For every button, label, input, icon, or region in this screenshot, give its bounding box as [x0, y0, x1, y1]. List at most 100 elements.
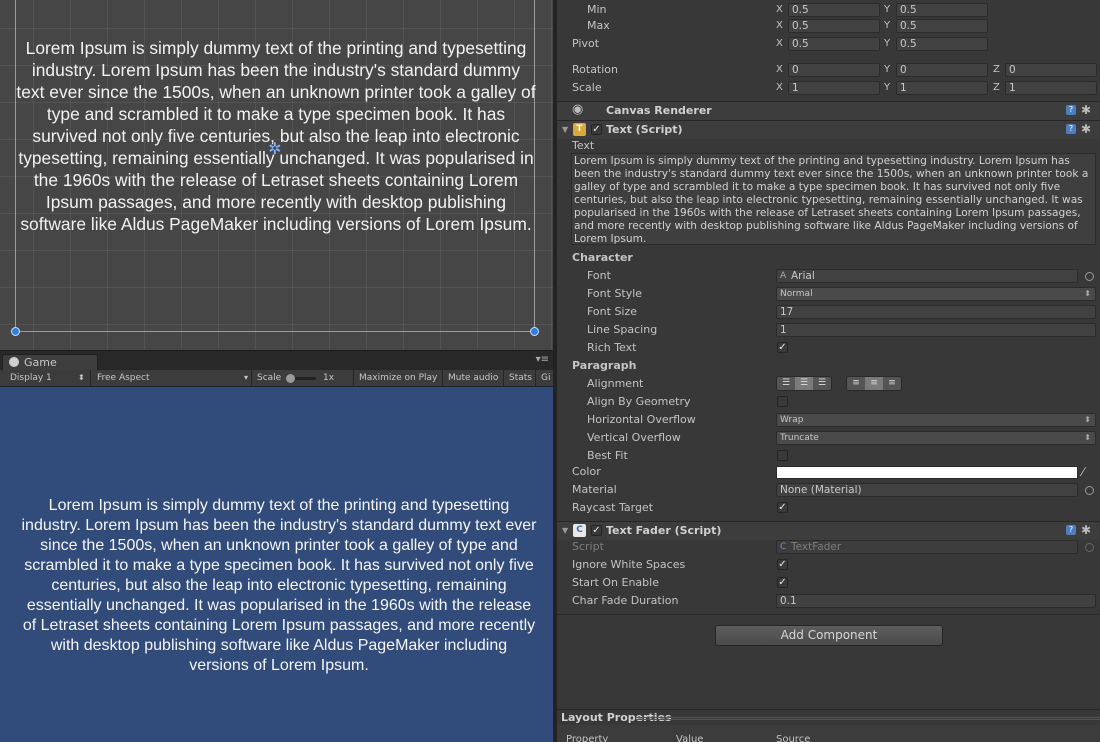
- rich-text-checkbox[interactable]: ✓: [777, 342, 788, 353]
- raycast-target-checkbox[interactable]: ✓: [777, 502, 788, 513]
- pivot-y-field[interactable]: 0.5: [896, 37, 988, 51]
- script-object-field: C TextFader: [776, 540, 1078, 554]
- start-on-enable-checkbox[interactable]: ✓: [777, 577, 788, 588]
- align-center-icon[interactable]: ☰: [795, 377, 813, 390]
- paragraph-section-label: Paragraph: [572, 359, 637, 372]
- axis-y-label: Y: [884, 20, 891, 31]
- font-asset-icon: A: [780, 271, 787, 281]
- axis-z-label: Z: [993, 82, 1000, 93]
- aspect-dropdown[interactable]: Free Aspect: [97, 373, 150, 383]
- resize-grip[interactable]: [636, 717, 1100, 720]
- vertical-overflow-dropdown[interactable]: Truncate ⬍: [776, 431, 1096, 445]
- horizontal-overflow-dropdown[interactable]: Wrap ⬍: [776, 413, 1096, 427]
- scale-x-field[interactable]: 1: [788, 81, 880, 95]
- object-picker-icon[interactable]: [1085, 272, 1094, 281]
- align-bottom-icon[interactable]: ≡: [883, 377, 901, 390]
- toolbar-separator: [503, 370, 504, 387]
- text-script-header[interactable]: ▼ T ✓ Text (Script) ? ✱: [557, 120, 1100, 139]
- raycast-target-label: Raycast Target: [572, 501, 654, 514]
- add-component-button[interactable]: Add Component: [715, 625, 943, 646]
- panel-menu-icon[interactable]: ▾≡: [536, 354, 549, 365]
- column-property[interactable]: Property: [566, 734, 608, 742]
- ignore-white-spaces-label: Ignore White Spaces: [572, 558, 686, 571]
- canvas-renderer-header[interactable]: ◉ Canvas Renderer ? ✱: [557, 101, 1100, 120]
- anchor-max-x-field[interactable]: 0.5: [788, 19, 880, 33]
- scale-slider-knob[interactable]: [286, 374, 295, 383]
- pivot-x-field[interactable]: 0.5: [788, 37, 880, 51]
- axis-x-label: X: [776, 20, 783, 31]
- axis-y-label: Y: [884, 64, 891, 75]
- scale-slider[interactable]: [286, 374, 316, 383]
- script-value: TextFader: [791, 541, 842, 553]
- axis-y-label: Y: [884, 38, 891, 49]
- rect-handle-bottom-right[interactable]: [530, 327, 539, 336]
- gear-icon[interactable]: ✱: [1081, 523, 1091, 537]
- axis-x-label: X: [776, 64, 783, 75]
- best-fit-checkbox[interactable]: [777, 450, 788, 461]
- game-tab-bar: Game ▾≡: [0, 350, 553, 372]
- help-icon[interactable]: ?: [1066, 105, 1076, 115]
- font-size-field[interactable]: 17: [776, 305, 1096, 319]
- char-fade-duration-field[interactable]: 0.1: [776, 594, 1096, 608]
- aspect-dropdown-arrow-icon[interactable]: ▾: [244, 373, 248, 382]
- help-icon[interactable]: ?: [1066, 124, 1076, 134]
- character-section-label: Character: [572, 251, 633, 264]
- text-content-textarea[interactable]: Lorem Ipsum is simply dummy text of the …: [571, 153, 1096, 245]
- line-spacing-field[interactable]: 1: [776, 323, 1096, 337]
- align-middle-icon[interactable]: ≡: [865, 377, 883, 390]
- color-swatch-field[interactable]: [776, 466, 1078, 479]
- dropdown-arrow-icon: ⬍: [1084, 415, 1091, 424]
- ignore-white-spaces-checkbox[interactable]: ✓: [777, 559, 788, 570]
- horizontal-alignment-group: ☰ ☰ ☰: [776, 376, 832, 391]
- unity-editor: Lorem Ipsum is simply dummy text of the …: [0, 0, 1100, 742]
- pivot-icon[interactable]: ✲: [266, 140, 284, 158]
- text-fader-enabled-checkbox[interactable]: ✓: [591, 525, 602, 536]
- text-script-enabled-checkbox[interactable]: ✓: [591, 124, 602, 135]
- display-dropdown[interactable]: Display 1: [10, 373, 52, 383]
- scene-text-preview: Lorem Ipsum is simply dummy text of the …: [16, 38, 536, 234]
- align-top-icon[interactable]: ≡: [847, 377, 865, 390]
- object-picker-icon[interactable]: [1085, 486, 1094, 495]
- eyedropper-icon[interactable]: ⁄: [1082, 465, 1084, 479]
- column-source[interactable]: Source: [776, 734, 810, 742]
- scale-y-field[interactable]: 1: [896, 81, 988, 95]
- dropdown-arrow-icon: ⬍: [1084, 289, 1091, 298]
- anchor-max-y-field[interactable]: 0.5: [896, 19, 988, 33]
- gear-icon[interactable]: ✱: [1081, 103, 1091, 117]
- scene-view[interactable]: Lorem Ipsum is simply dummy text of the …: [0, 0, 553, 350]
- scale-value: 1x: [323, 373, 335, 383]
- rect-handle-bottom-left[interactable]: [11, 327, 20, 336]
- align-right-icon[interactable]: ☰: [813, 377, 831, 390]
- align-left-icon[interactable]: ☰: [777, 377, 795, 390]
- layout-properties-header: Property Value Source: [557, 725, 1100, 742]
- inspector-panel: Min X 0.5 Y 0.5 Max X 0.5 Y 0.5 Pivot X …: [557, 0, 1100, 742]
- gizmos-dropdown[interactable]: Gi: [541, 373, 550, 383]
- align-by-geometry-checkbox[interactable]: [777, 396, 788, 407]
- font-style-value: Normal: [780, 289, 813, 299]
- column-value[interactable]: Value: [676, 734, 703, 742]
- rotation-y-field[interactable]: 0: [896, 63, 988, 77]
- rotation-z-field[interactable]: 0: [1005, 63, 1097, 77]
- game-view[interactable]: Lorem Ipsum is simply dummy text of the …: [0, 387, 553, 742]
- stats-toggle[interactable]: Stats: [509, 373, 532, 383]
- gear-icon[interactable]: ✱: [1081, 122, 1091, 136]
- text-fader-title: Text Fader (Script): [606, 524, 722, 537]
- maximize-on-play-toggle[interactable]: Maximize on Play: [359, 373, 437, 383]
- script-asset-icon: C: [780, 542, 787, 552]
- rotation-x-field[interactable]: 0: [788, 63, 880, 77]
- axis-y-label: Y: [884, 82, 891, 93]
- foldout-arrow-icon[interactable]: ▼: [562, 121, 568, 138]
- foldout-arrow-icon[interactable]: ▼: [562, 522, 568, 539]
- layout-properties-bar[interactable]: Layout Properties: [557, 709, 1100, 725]
- mute-audio-toggle[interactable]: Mute audio: [448, 373, 498, 383]
- game-toolbar: Display 1 ⬍ Free Aspect ▾ Scale 1x Maxim…: [0, 370, 553, 387]
- material-object-field[interactable]: None (Material): [776, 483, 1078, 497]
- text-fader-header[interactable]: ▼ C ✓ Text Fader (Script) ? ✱: [557, 521, 1100, 540]
- font-style-dropdown[interactable]: Normal ⬍: [776, 287, 1096, 301]
- anchor-min-y-field[interactable]: 0.5: [896, 3, 988, 17]
- help-icon[interactable]: ?: [1066, 525, 1076, 535]
- scale-z-field[interactable]: 1: [1005, 81, 1097, 95]
- anchor-min-x-field[interactable]: 0.5: [788, 3, 880, 17]
- font-object-field[interactable]: A Arial: [776, 269, 1078, 283]
- display-dropdown-arrow-icon[interactable]: ⬍: [78, 373, 85, 382]
